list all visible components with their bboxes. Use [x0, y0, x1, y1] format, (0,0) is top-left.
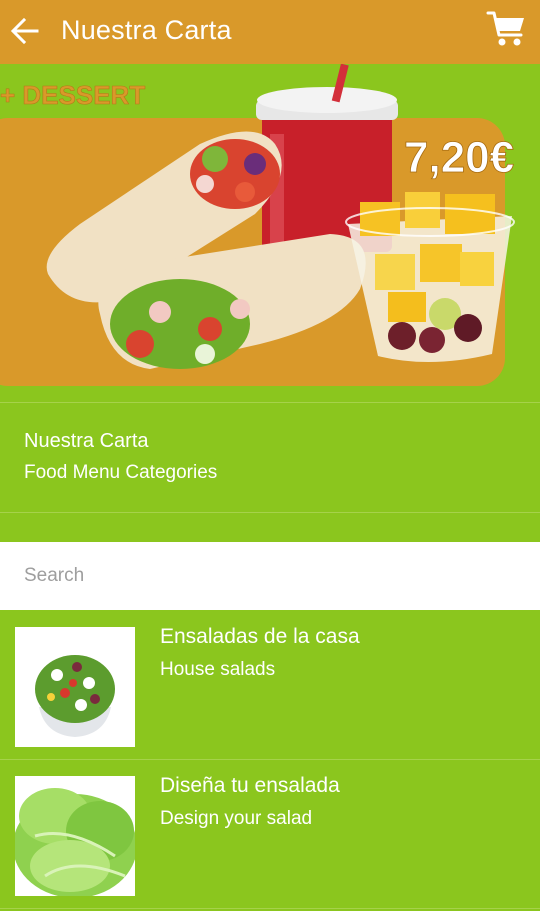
- arrow-left-icon: [10, 17, 39, 45]
- search-bar: [0, 542, 540, 610]
- category-thumbnail: [15, 627, 135, 747]
- back-button[interactable]: [10, 14, 40, 48]
- category-subtitle: House salads: [160, 659, 276, 680]
- divider: [0, 908, 540, 909]
- category-title: Diseña tu ensalada: [160, 774, 340, 797]
- category-thumbnail: [15, 776, 135, 896]
- list-item-design-salad[interactable]: Diseña tu ensalada Design your salad: [0, 760, 540, 908]
- section-subtitle: Food Menu Categories: [24, 462, 218, 483]
- section-header: Nuestra Carta Food Menu Categories: [24, 428, 217, 486]
- divider: [0, 512, 540, 513]
- price-tag: 7,20€: [404, 133, 514, 182]
- promo-banner-image: + DESSERT 7,20€: [0, 63, 540, 402]
- category-subtitle: Design your salad: [160, 808, 313, 829]
- category-title: Ensaladas de la casa: [160, 625, 360, 648]
- promo-banner[interactable]: + DESSERT 7,20€: [0, 63, 540, 402]
- shopping-cart-icon: [486, 11, 524, 46]
- divider: [0, 402, 540, 403]
- page-title: Nuestra Carta: [61, 15, 232, 45]
- salad-bowl-image: [15, 627, 135, 747]
- list-item-house-salads[interactable]: Ensaladas de la casa House salads: [0, 611, 540, 759]
- search-input[interactable]: [0, 542, 540, 610]
- cart-button[interactable]: [486, 9, 528, 49]
- promo-dessert-text: + DESSERT: [0, 80, 145, 110]
- lettuce-image: [15, 776, 135, 896]
- section-title: Nuestra Carta: [24, 430, 149, 452]
- app-bar: Nuestra Carta: [0, 0, 540, 64]
